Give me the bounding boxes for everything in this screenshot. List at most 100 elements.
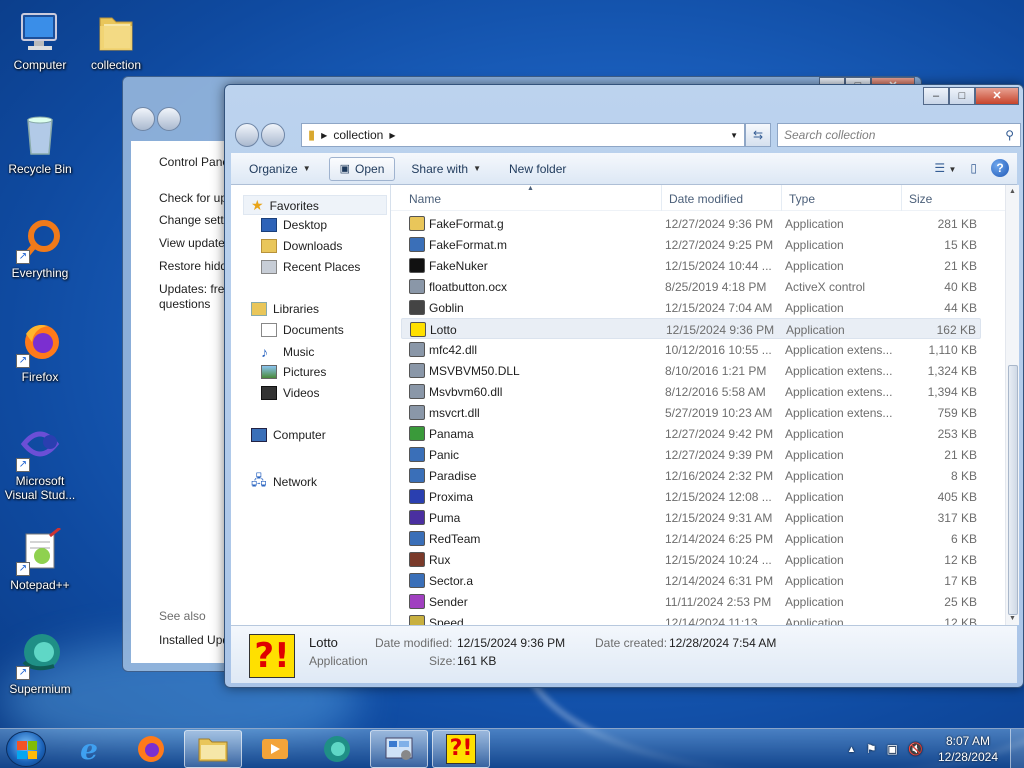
explorer-window[interactable]: – □ ✕ ▮ ▶ collection ▶ ▼ ⇆ ⚲ Organize▼ ▣… [224, 84, 1024, 688]
back-button[interactable] [131, 107, 155, 131]
start-button[interactable] [6, 731, 46, 767]
file-row[interactable]: MSVBVM50.DLL 8/10/2016 1:21 PM Application… [401, 360, 981, 381]
desktop-icon-firefox[interactable]: ↗ Firefox [0, 320, 80, 384]
help-icon[interactable]: ? [991, 159, 1009, 177]
desktop-icon-computer[interactable]: Computer [0, 8, 80, 72]
file-row[interactable]: FakeFormat.m 12/27/2024 9:25 PM Applicatio… [401, 234, 981, 255]
taskbar-windows-explorer[interactable] [184, 730, 242, 768]
file-row[interactable]: FakeNuker 12/15/2024 10:44 ... Application… [401, 255, 981, 276]
nav-favorites[interactable]: ★ Favorites [251, 197, 319, 214]
search-icon[interactable]: ⚲ [1005, 128, 1014, 142]
column-name[interactable]: Name [409, 192, 441, 206]
nav-music[interactable]: ♪ Music [261, 344, 314, 360]
taskbar-internet-explorer[interactable]: e [60, 730, 118, 768]
file-row[interactable]: Proxima 12/15/2024 12:08 ... Application 40… [401, 486, 981, 507]
column-date-modified[interactable]: Date modified [669, 192, 743, 206]
gear-file-icon [409, 342, 425, 357]
forward-button[interactable] [157, 107, 181, 131]
everything-app-icon: ↗ [16, 216, 64, 264]
breadcrumb-collection[interactable]: collection [333, 128, 383, 142]
refresh-button[interactable]: ⇆ [745, 123, 771, 147]
nav-videos[interactable]: Videos [261, 386, 319, 400]
file-row[interactable]: Panic 12/27/2024 9:39 PM Application 21 KB [401, 444, 981, 465]
taskbar-lotto[interactable]: ?! [432, 730, 490, 768]
puma-app-icon [409, 510, 425, 525]
sort-up-icon: ▲ [527, 185, 534, 192]
file-row[interactable]: Msvbvm60.dll 8/12/2016 5:58 AM Application… [401, 381, 981, 402]
view-update-history-link[interactable]: View update [159, 236, 225, 250]
file-type: Application [785, 574, 844, 588]
minimize-button[interactable]: – [923, 87, 949, 105]
file-type: Application extens... [785, 343, 893, 357]
show-hidden-icons-icon[interactable]: ▲ [847, 744, 856, 754]
desktop-icon-collection[interactable]: collection [76, 8, 156, 72]
action-center-flag-icon[interactable]: ⚑ [866, 742, 877, 756]
nav-pictures[interactable]: Pictures [261, 365, 326, 379]
desktop-icon-everything[interactable]: ↗ Everything [0, 216, 80, 280]
star-icon: ★ [251, 197, 264, 213]
check-for-updates-link[interactable]: Check for up [159, 191, 227, 205]
organize-button[interactable]: Organize ▼ [239, 158, 321, 180]
maximize-button[interactable]: □ [949, 87, 975, 105]
file-row[interactable]: Sector.a 12/14/2024 6:31 PM Application 17 … [401, 570, 981, 591]
change-view-button[interactable]: ☰ ▼ [934, 161, 956, 175]
address-bar[interactable]: ▮ ▶ collection ▶ ▼ [301, 123, 745, 147]
volume-muted-icon[interactable]: 🔇 [908, 742, 923, 756]
taskbar-control-panel[interactable] [370, 730, 428, 768]
network-icon[interactable]: ▣ [887, 742, 898, 756]
vertical-scrollbar[interactable]: ▲ ▼ [1005, 185, 1019, 625]
file-row[interactable]: RedTeam 12/14/2024 6:25 PM Application 6 KB [401, 528, 981, 549]
nav-downloads[interactable]: Downloads [261, 239, 342, 253]
close-button[interactable]: ✕ [975, 87, 1019, 105]
file-row[interactable]: Rux 12/15/2024 10:24 ... Application 12 KB [401, 549, 981, 570]
nav-network[interactable]: 🖧 Network [251, 470, 317, 494]
file-name: Panama [429, 427, 474, 441]
nav-computer[interactable]: Computer [251, 428, 326, 442]
updates-faq-link-line2[interactable]: questions [159, 297, 210, 311]
file-row[interactable]: msvcrt.dll 5/27/2019 10:23 AM Application … [401, 402, 981, 423]
column-type[interactable]: Type [789, 192, 815, 206]
nav-recent-places[interactable]: Recent Places [261, 260, 360, 274]
nav-libraries[interactable]: Libraries [251, 302, 319, 316]
file-row[interactable]: Lotto 12/15/2024 9:36 PM Application 162 KB [401, 318, 981, 339]
restore-hidden-link[interactable]: Restore hidd [159, 259, 227, 273]
desktop-icon-supermium[interactable]: ↗ Supermium [0, 632, 80, 696]
file-row[interactable]: Paradise 12/16/2024 2:32 PM Application 8 K… [401, 465, 981, 486]
address-dropdown-icon[interactable]: ▼ [730, 131, 738, 140]
share-with-button[interactable]: Share with ▼ [401, 158, 491, 180]
nav-desktop[interactable]: Desktop [261, 218, 327, 232]
file-row[interactable]: FakeFormat.g 12/27/2024 9:36 PM Applicatio… [401, 213, 981, 234]
show-desktop-button[interactable] [1010, 729, 1024, 768]
scroll-up-icon[interactable]: ▲ [1009, 188, 1016, 195]
file-size: 6 KB [950, 532, 977, 546]
back-button[interactable] [235, 123, 259, 147]
forward-button[interactable] [261, 123, 285, 147]
preview-pane-icon[interactable]: ▯ [970, 161, 977, 175]
scroll-down-icon[interactable]: ▼ [1009, 615, 1016, 622]
file-row[interactable]: Goblin 12/15/2024 7:04 AM Application 44 KB [401, 297, 981, 318]
installed-updates-link[interactable]: Installed Upd [159, 633, 229, 647]
nav-documents[interactable]: Documents [261, 323, 344, 337]
file-row[interactable]: Puma 12/15/2024 9:31 AM Application 317 KB [401, 507, 981, 528]
search-input[interactable] [784, 128, 1006, 142]
taskbar-supermium[interactable] [308, 730, 366, 768]
open-button[interactable]: ▣ Open [328, 156, 396, 181]
taskbar-firefox[interactable] [122, 730, 180, 768]
file-row[interactable]: floatbutton.ocx 8/25/2019 4:18 PM ActiveX … [401, 276, 981, 297]
file-list: Name ▲ Date modified Type Size FakeForma… [391, 185, 1019, 630]
desktop-icon-visual-studio[interactable]: ↗ Microsoft Visual Stud... [0, 424, 80, 502]
file-row[interactable]: Panama 12/27/2024 9:42 PM Application 253 K… [401, 423, 981, 444]
change-settings-link[interactable]: Change setti [159, 213, 226, 227]
desktop-icon-recycle-bin[interactable]: Recycle Bin [0, 112, 80, 176]
column-size[interactable]: Size [909, 192, 932, 206]
scrollbar-thumb[interactable] [1008, 365, 1018, 615]
clock[interactable]: 8:07 AM 12/28/2024 [938, 733, 998, 765]
desktop-icon-notepad-plus-plus[interactable]: ↗ Notepad++ [0, 526, 80, 592]
updates-faq-link[interactable]: Updates: free [159, 282, 231, 296]
control-panel-home-link[interactable]: Control Panel [159, 155, 232, 169]
new-folder-button[interactable]: New folder [499, 158, 576, 180]
file-row[interactable]: Sender 11/11/2024 2:53 PM Application 25 KB [401, 591, 981, 612]
taskbar-media-player[interactable] [246, 730, 304, 768]
rux-app-icon [409, 552, 425, 567]
file-row[interactable]: mfc42.dll 10/12/2016 10:55 ... Application… [401, 339, 981, 360]
